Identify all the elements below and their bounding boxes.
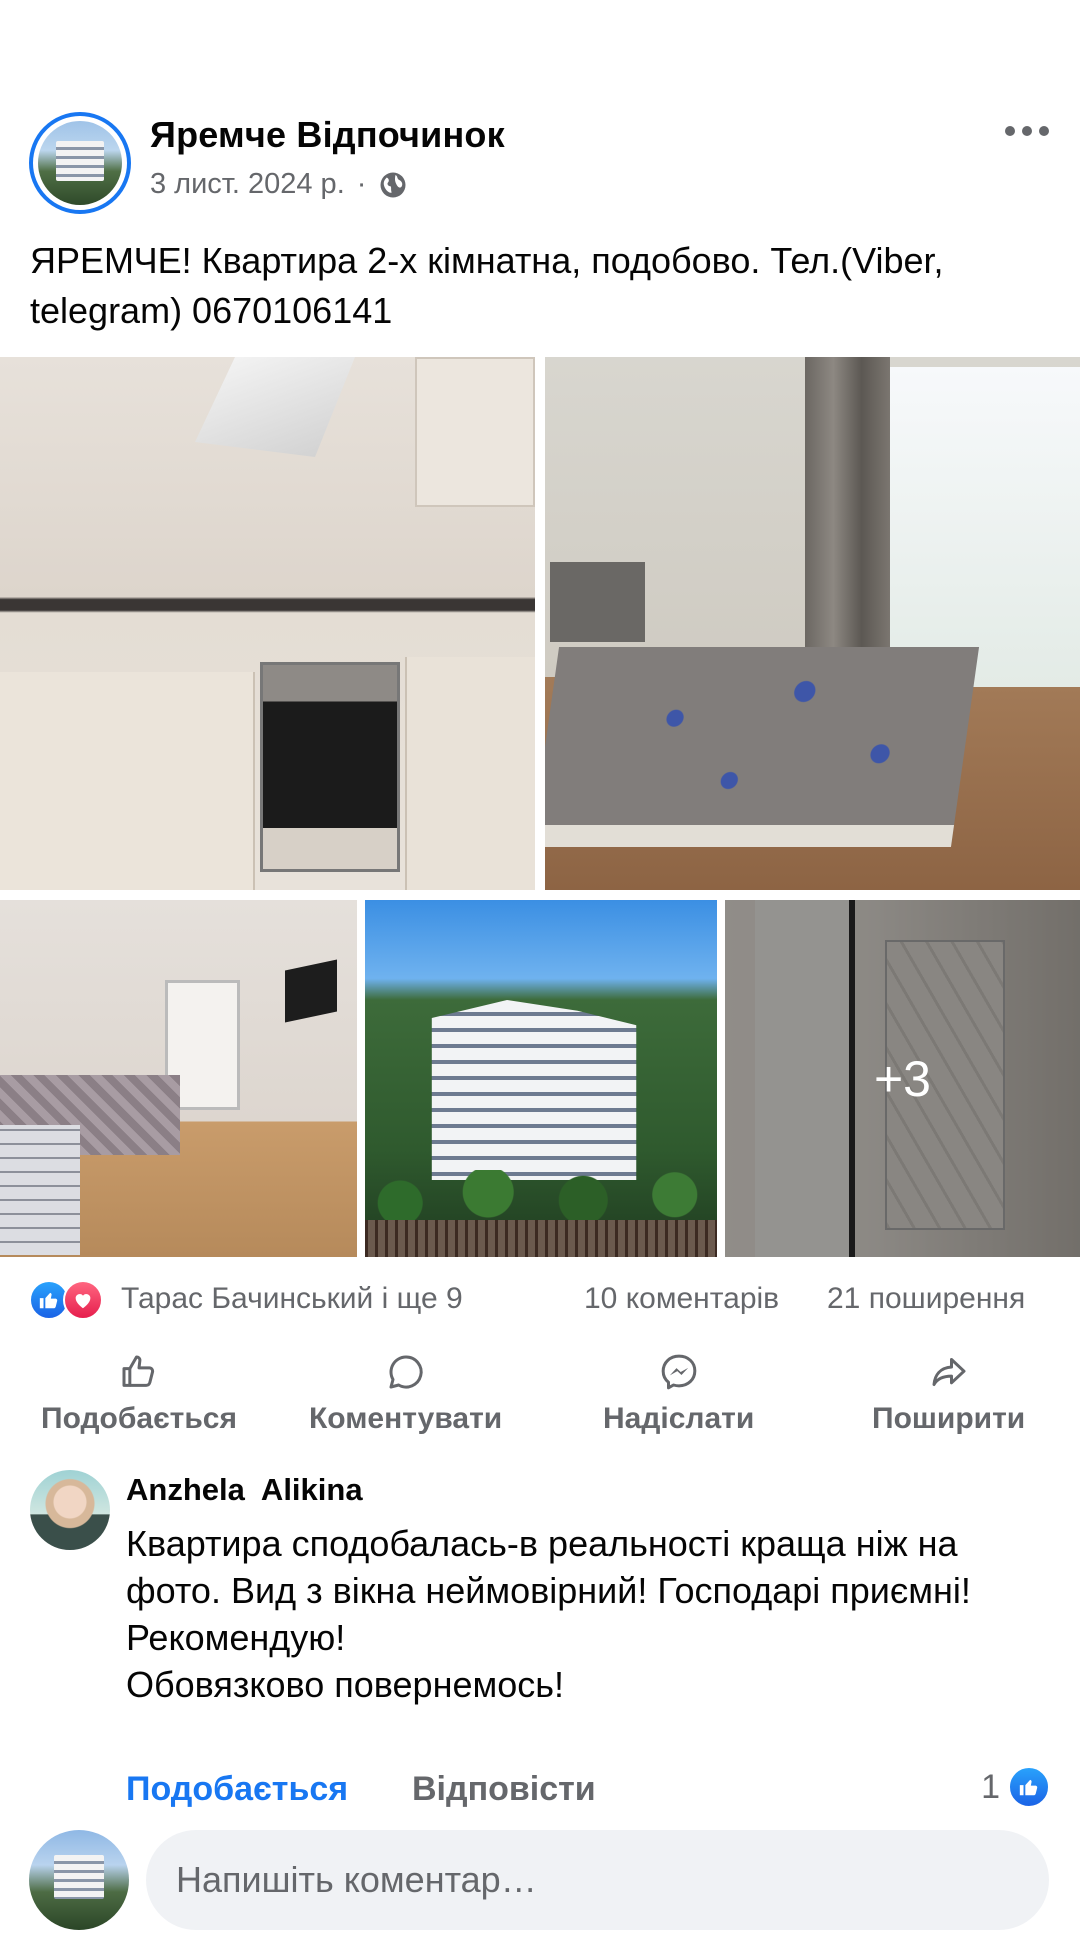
- post-date[interactable]: 3 лист. 2024 р.: [150, 168, 345, 201]
- comments-count[interactable]: 10 коментарів: [584, 1282, 779, 1316]
- share-button-label: Поширити: [872, 1402, 1026, 1435]
- commenter-avatar[interactable]: [30, 1470, 110, 1550]
- photo-grid: +3: [0, 357, 1080, 1257]
- page-avatar-image: [38, 121, 122, 205]
- commenter-name[interactable]: Anzhela Alikina: [126, 1472, 363, 1508]
- shares-count[interactable]: 21 поширення: [827, 1282, 1025, 1316]
- photo-living-room[interactable]: [0, 900, 357, 1257]
- like-button-label: Подобається: [41, 1402, 237, 1435]
- like-button[interactable]: Подобається: [41, 1352, 237, 1436]
- comment-like-count: 1: [981, 1767, 1000, 1806]
- more-dot-icon: [1039, 126, 1049, 136]
- photo-bedroom[interactable]: [545, 357, 1080, 890]
- post-header: Яремче Відпочинок 3 лист. 2024 р. ·: [0, 100, 1080, 220]
- love-reaction-icon: [63, 1280, 103, 1320]
- more-photos-count: +3: [873, 1050, 931, 1107]
- more-dot-icon: [1022, 126, 1032, 136]
- current-user-avatar[interactable]: [29, 1830, 129, 1930]
- send-button-label: Надіслати: [603, 1402, 755, 1435]
- post-meta: 3 лист. 2024 р. ·: [150, 168, 408, 201]
- comment-reaction-count[interactable]: 1: [981, 1766, 1050, 1808]
- thumbs-up-icon: [122, 1355, 155, 1387]
- post-actions: Подобається Коментувати Надіслати Пошири…: [0, 1352, 1080, 1442]
- comment-composer: [0, 1828, 1080, 1932]
- page-name[interactable]: Яремче Відпочинок: [150, 114, 505, 156]
- meta-separator: ·: [356, 168, 367, 200]
- photo-building[interactable]: [365, 900, 717, 1257]
- comment-text: Квартира сподобалась-в реальності краща …: [126, 1523, 971, 1705]
- photo-bathroom[interactable]: +3: [725, 900, 1080, 1257]
- globe-icon: [380, 172, 406, 197]
- post-stats: Тарас Бачинський і ще 9 10 коментарів 21…: [0, 1278, 1080, 1322]
- comment-button-label: Коментувати: [309, 1402, 503, 1435]
- like-reaction-icon: [1008, 1766, 1050, 1808]
- more-dot-icon: [1005, 126, 1015, 136]
- page-avatar[interactable]: [29, 112, 131, 214]
- reaction-icons[interactable]: [29, 1280, 103, 1320]
- reactors-text[interactable]: Тарас Бачинський і ще 9: [121, 1282, 463, 1316]
- share-arrow-icon: [932, 1358, 966, 1386]
- share-button[interactable]: Поширити: [872, 1352, 1025, 1436]
- send-button[interactable]: Надіслати: [603, 1352, 754, 1436]
- comment-input[interactable]: [146, 1830, 1049, 1930]
- comment-bubble-icon: [389, 1355, 423, 1389]
- messenger-icon: [661, 1354, 696, 1390]
- comment-actions: Подобається Відповісти 1: [126, 1766, 1050, 1816]
- more-options-button[interactable]: [1002, 116, 1052, 146]
- comment-reply-button[interactable]: Відповісти: [412, 1770, 596, 1809]
- post-text: ЯРЕМЧЕ! Квартира 2-х кімнатна, подобово.…: [30, 240, 944, 331]
- photo-kitchen[interactable]: [0, 357, 535, 890]
- comment-button[interactable]: Коментувати: [309, 1352, 502, 1436]
- comment-like-button[interactable]: Подобається: [126, 1770, 348, 1809]
- more-photos-overlay[interactable]: +3: [725, 900, 1080, 1257]
